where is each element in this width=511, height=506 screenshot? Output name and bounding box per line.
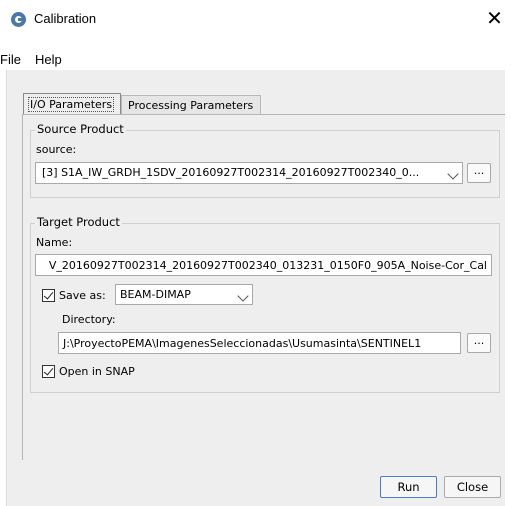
window-title: Calibration (34, 11, 97, 26)
directory-label: Directory: (62, 313, 116, 326)
source-label: source: (36, 143, 77, 156)
chevron-down-icon (237, 290, 249, 302)
tab-io-parameters[interactable]: I/O Parameters (23, 93, 121, 115)
open-in-snap-label: Open in SNAP (59, 365, 135, 378)
format-select[interactable]: BEAM-DIMAP (115, 284, 253, 305)
save-as-label: Save as: (59, 289, 106, 302)
source-product-select[interactable]: [3] S1A_IW_GRDH_1SDV_20160927T002314_201… (35, 162, 463, 184)
directory-value: J:\ProyectoPEMA\ImagenesSeleccionadas\Us… (63, 337, 422, 350)
tab-io-label: I/O Parameters (28, 97, 115, 112)
source-product-value: [3] S1A_IW_GRDH_1SDV_20160927T002314_201… (42, 166, 420, 179)
menu-help[interactable]: Help (35, 52, 62, 67)
close-button[interactable]: Close (444, 476, 501, 498)
save-as-checkbox[interactable] (42, 289, 55, 302)
close-icon[interactable]: ✕ (478, 4, 511, 34)
directory-browse-button[interactable]: ... (467, 333, 491, 353)
snap-app-icon (11, 12, 26, 27)
source-product-title: Source Product (35, 122, 126, 136)
tab-processing-parameters[interactable]: Processing Parameters (121, 95, 261, 115)
target-product-title: Target Product (35, 215, 122, 229)
menu-file[interactable]: File (0, 52, 21, 67)
open-in-snap-checkbox[interactable] (42, 365, 55, 378)
directory-field[interactable]: J:\ProyectoPEMA\ImagenesSeleccionadas\Us… (58, 332, 461, 354)
title-bar: Calibration ✕ (0, 0, 511, 36)
menu-bar: File Help (0, 48, 511, 70)
run-button[interactable]: Run (380, 476, 437, 498)
tab-processing-label: Processing Parameters (128, 99, 254, 112)
target-name-field[interactable]: V_20160927T002314_20160927T002340_013231… (35, 254, 492, 276)
source-browse-button[interactable]: ... (467, 163, 491, 183)
name-label: Name: (36, 236, 73, 249)
format-value: BEAM-DIMAP (120, 288, 191, 301)
target-name-value: V_20160927T002314_20160927T002340_013231… (48, 259, 487, 272)
chevron-down-icon (447, 168, 459, 180)
